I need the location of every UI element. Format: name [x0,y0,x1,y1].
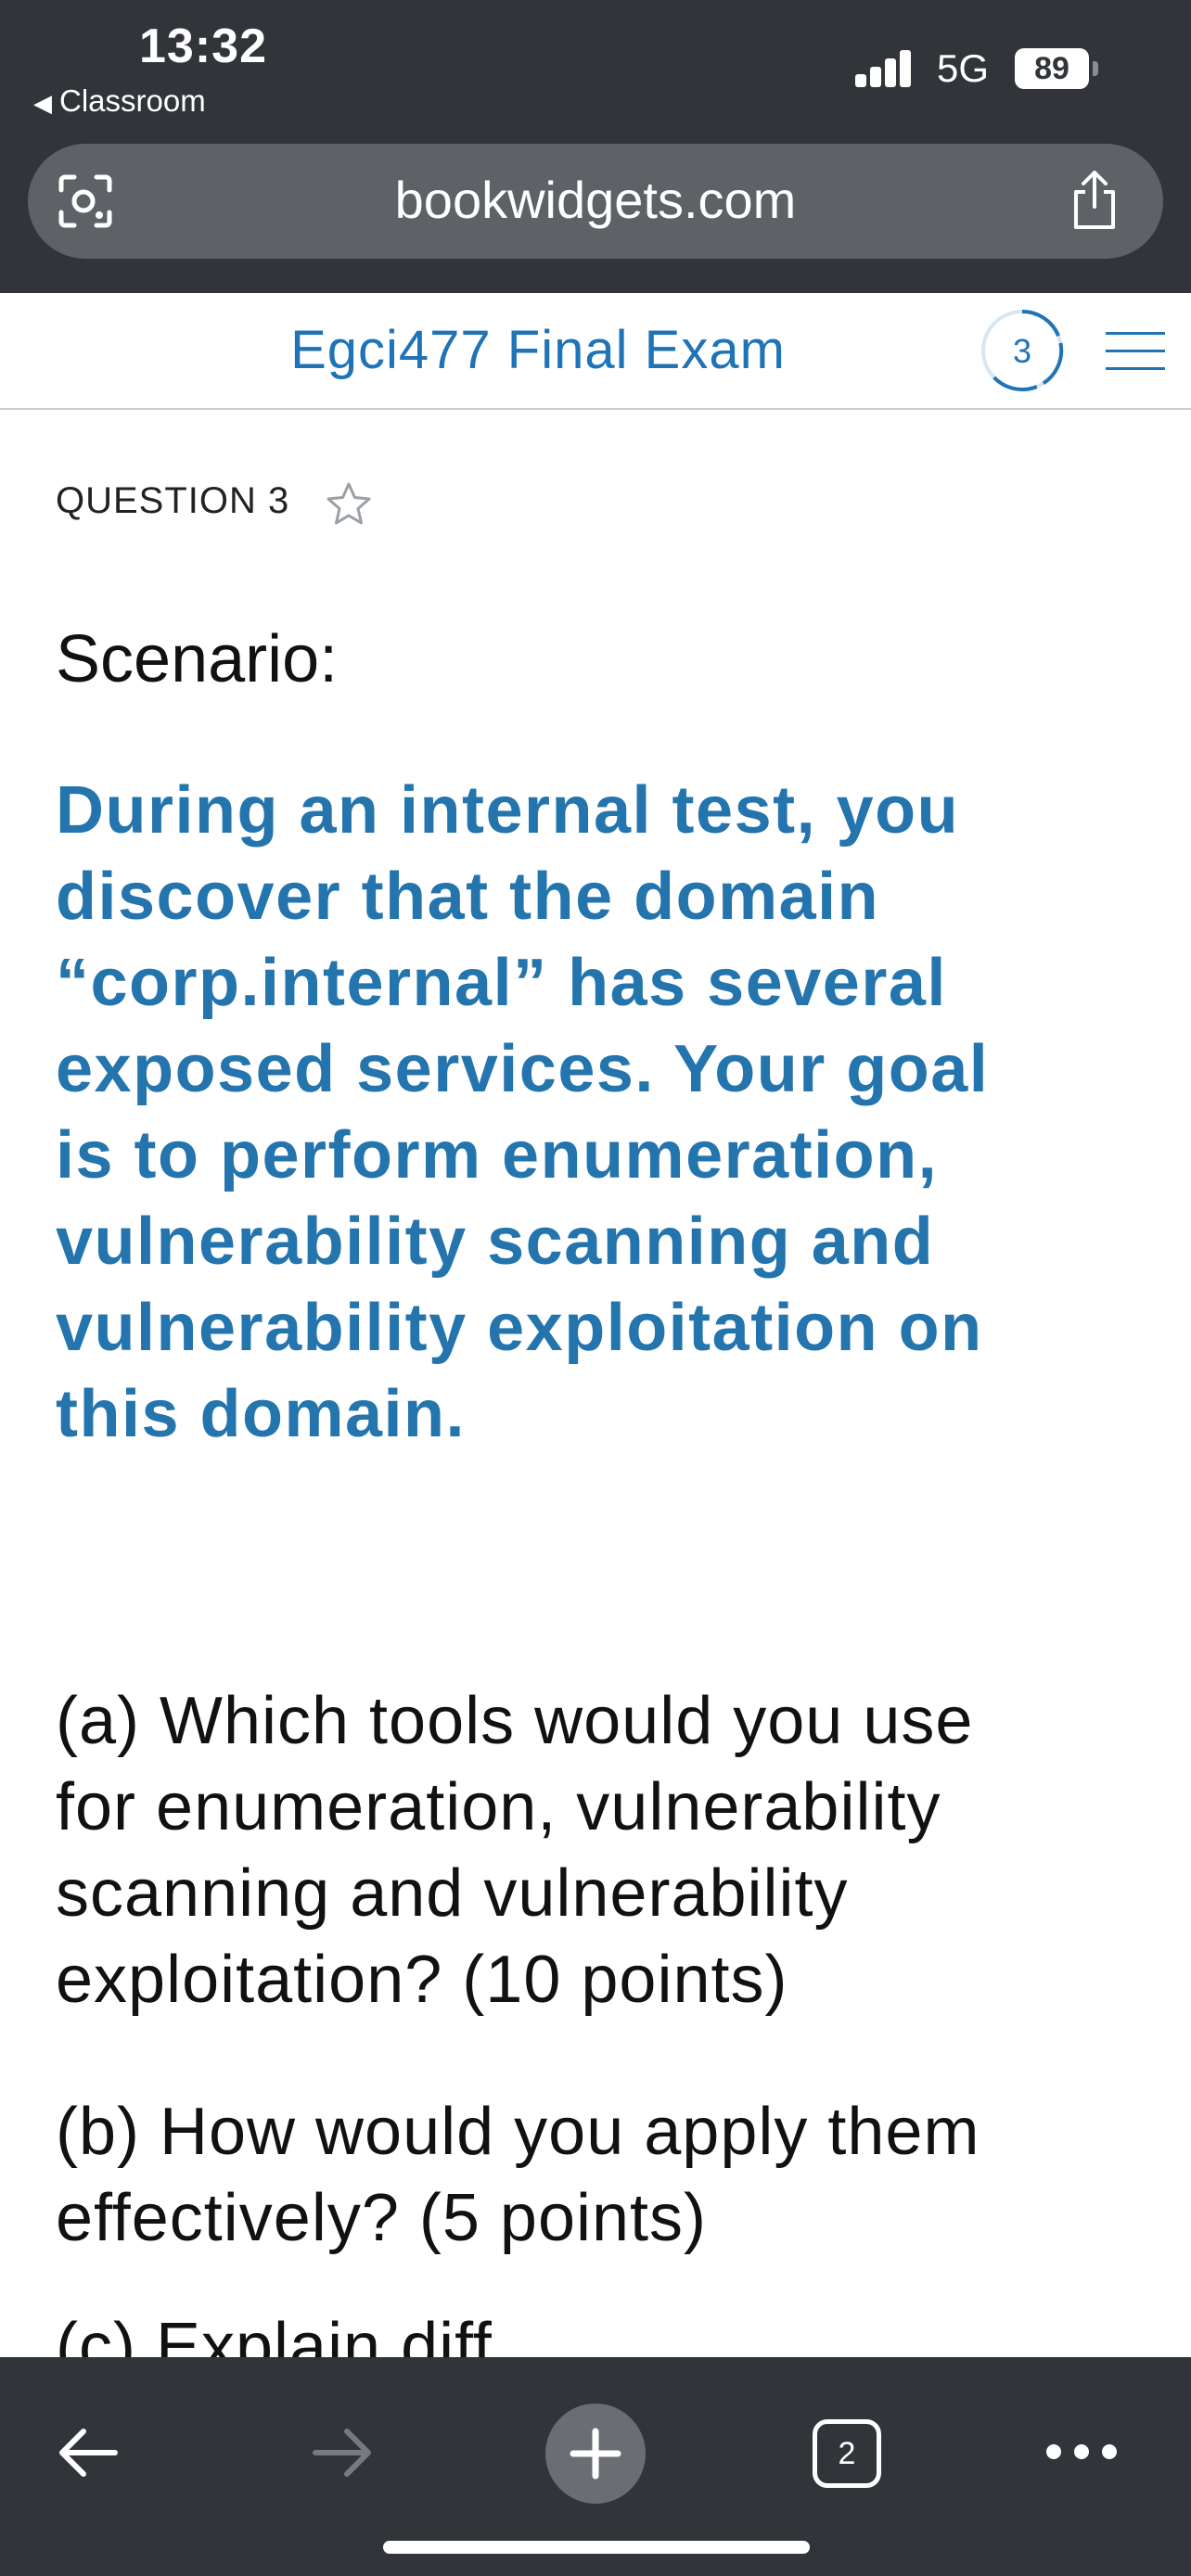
scenario-line: discover that the domain [56,860,880,934]
scenario-line: “corp.internal” has several [56,946,947,1020]
battery-icon: 89 [1015,48,1089,89]
scenario-line: vulnerability scanning and [56,1205,935,1279]
network-type: 5G [937,46,990,90]
hamburger-menu-icon[interactable] [1106,328,1165,375]
question-progress-indicator[interactable]: 3 [978,306,1067,395]
exam-title: Egci477 Final Exam [290,320,786,380]
plus-icon [570,2428,621,2480]
scenario-line: vulnerability exploitation on [56,1291,983,1365]
question-part-a: (a) Which tools would you use for enumer… [56,1678,1150,2023]
url-text[interactable]: bookwidgets.com [28,170,1163,230]
part-b-line: effectively? (5 points) [56,2181,708,2255]
part-b-line: (b) How would you apply them [56,2095,980,2169]
battery-level: 89 [1034,51,1069,86]
part-a-line: scanning and vulnerability [56,1856,849,1931]
scenario-line: exposed services. Your goal [56,1032,990,1106]
ellipsis-icon[interactable] [1043,2441,1121,2463]
back-triangle-icon: ◀ [33,89,52,117]
arrow-right-icon[interactable] [308,2418,377,2487]
arrow-left-icon[interactable] [54,2418,122,2487]
scenario-line: this domain. [56,1377,467,1451]
scenario-line: During an internal test, you [56,773,960,848]
new-tab-button[interactable] [545,2404,646,2504]
tab-switcher-button[interactable]: 2 [813,2419,881,2488]
progress-number: 3 [1013,332,1031,370]
status-time: 13:32 [139,19,267,73]
scenario-text: During an internal test, you discover th… [56,768,1150,1458]
exam-header: Egci477 Final Exam 3 [0,293,1191,410]
scenario-line: is to perform enumeration, [56,1118,939,1192]
browser-bottom-toolbar: 2 [0,2357,1191,2576]
cellular-signal-icon [855,45,922,87]
part-a-line: exploitation? (10 points) [56,1943,788,2017]
question-label: QUESTION 3 [56,480,290,521]
question-part-b: (b) How would you apply them effectively… [56,2089,1150,2262]
address-bar[interactable]: bookwidgets.com [28,144,1163,259]
scenario-heading: Scenario: [56,622,339,696]
battery-nub [1093,61,1098,76]
share-icon[interactable] [1067,170,1122,231]
home-indicator[interactable] [383,2541,810,2554]
star-outline-icon[interactable] [325,480,373,529]
part-a-line: for enumeration, vulnerability [56,1770,941,1844]
tab-count: 2 [838,2436,856,2471]
back-app-label: Classroom [59,83,206,118]
part-a-line: (a) Which tools would you use [56,1684,974,1758]
back-to-app-link[interactable]: ◀ Classroom [33,83,206,119]
browser-top-bar: 13:32 ◀ Classroom 5G 89 bookwidgets.com [0,0,1191,293]
